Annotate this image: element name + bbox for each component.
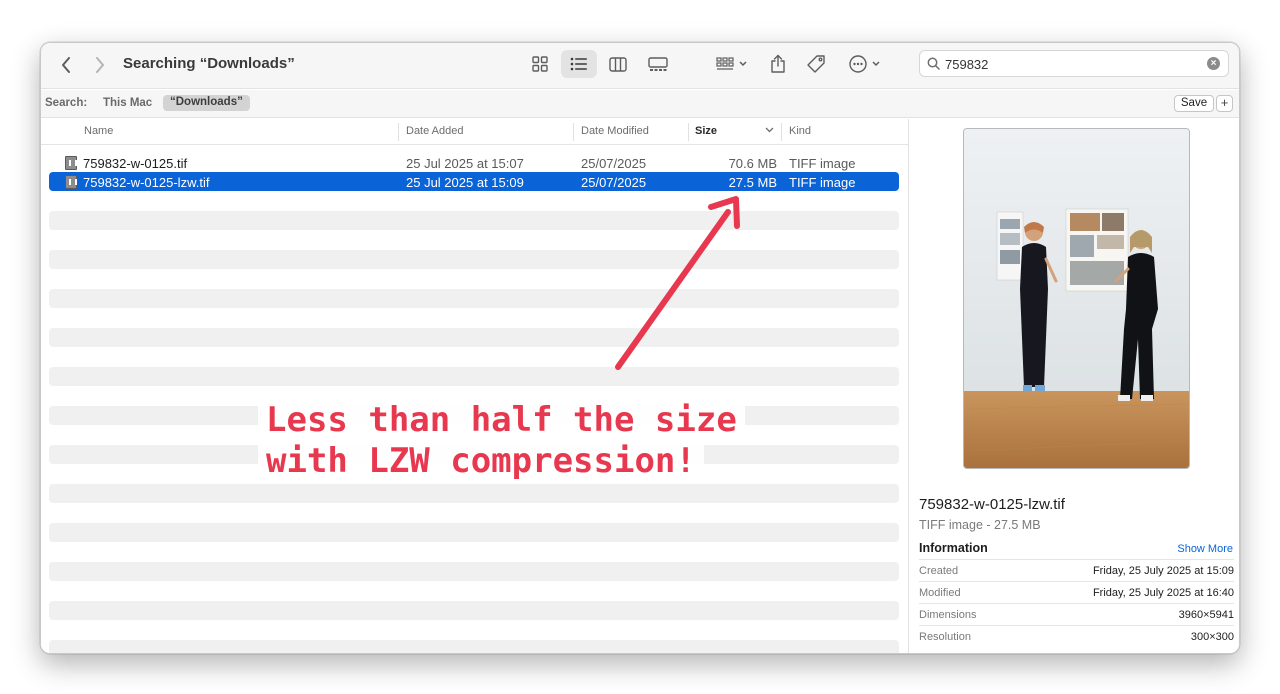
file-icon [65, 156, 77, 170]
empty-row-stripe [49, 523, 899, 542]
column-header: Name Date Added Date Modified Size Kind [41, 119, 908, 145]
file-date-modified: 25/07/2025 [581, 175, 647, 190]
share-icon [771, 54, 785, 73]
file-list: Name Date Added Date Modified Size Kind … [41, 119, 908, 653]
info-value: 300×300 [1190, 631, 1234, 643]
preview-file-name: 759832-w-0125-lzw.tif [919, 496, 1065, 513]
info-row-resolution: Resolution 300×300 [919, 625, 1234, 647]
empty-row-stripe [49, 211, 899, 230]
list-view-icon [570, 57, 587, 71]
search-icon [927, 57, 940, 70]
column-divider[interactable] [781, 123, 782, 141]
chevron-right-icon [96, 57, 104, 73]
file-size: 70.6 MB [728, 156, 777, 171]
search-scope-bar: Search: This Mac “Downloads” Save + [41, 90, 1239, 118]
empty-row-stripe [49, 328, 899, 347]
scope-label: Search: [45, 97, 88, 109]
clear-icon[interactable]: × [1207, 57, 1220, 70]
file-row-selected[interactable]: 759832-w-0125-lzw.tif 25 Jul 2025 at 15:… [49, 172, 899, 191]
finder-window: Searching “Downloads” × [40, 42, 1240, 654]
gallery-view-icon [648, 56, 668, 71]
more-icon [849, 55, 880, 73]
scope-downloads[interactable]: “Downloads” [163, 95, 250, 111]
add-criteria-button[interactable]: + [1216, 95, 1233, 112]
column-name[interactable]: Name [84, 125, 113, 137]
info-key: Resolution [919, 631, 971, 643]
annotation-text: Less than half the size with LZW compres… [258, 400, 768, 482]
column-size[interactable]: Size [695, 125, 717, 137]
file-name: 759832-w-0125.tif [83, 156, 188, 171]
icon-view-icon [532, 56, 548, 72]
empty-row-stripe [49, 640, 899, 653]
empty-row-stripe [49, 484, 899, 503]
info-value: Friday, 25 July 2025 at 15:09 [1092, 565, 1234, 577]
empty-row-stripe [49, 562, 899, 581]
preview-pane: 759832-w-0125-lzw.tif TIFF image - 27.5 … [908, 119, 1239, 653]
forward-button[interactable] [89, 52, 111, 78]
column-date-added[interactable]: Date Added [406, 125, 464, 137]
back-button[interactable] [55, 52, 77, 78]
information-heading: Information [919, 541, 988, 555]
empty-row-stripe [49, 250, 899, 269]
gallery-view-button[interactable] [641, 50, 675, 78]
info-key: Dimensions [919, 609, 977, 621]
toolbar: Searching “Downloads” × [41, 43, 1239, 89]
file-date-added: 25 Jul 2025 at 15:07 [406, 156, 524, 171]
file-date-added: 25 Jul 2025 at 15:09 [406, 175, 524, 190]
file-date-modified: 25/07/2025 [581, 156, 647, 171]
icon-view-button[interactable] [525, 50, 555, 78]
tag-button[interactable] [801, 50, 831, 78]
file-size: 27.5 MB [728, 175, 777, 190]
group-icon [716, 57, 747, 70]
info-value: 3960×5941 [1178, 609, 1234, 621]
info-key: Created [919, 565, 959, 577]
preview-thumbnail [963, 128, 1190, 469]
info-row-dimensions: Dimensions 3960×5941 [919, 603, 1234, 625]
column-view-button[interactable] [603, 50, 633, 78]
more-actions-button[interactable] [843, 50, 887, 78]
search-field[interactable]: × [919, 50, 1229, 77]
chevron-left-icon [62, 57, 70, 73]
sort-chevron-down-icon [765, 127, 774, 133]
scope-this-mac[interactable]: This Mac [103, 97, 152, 109]
empty-row-stripe [49, 289, 899, 308]
share-button[interactable] [763, 50, 793, 78]
list-view-button[interactable] [561, 50, 597, 78]
column-view-icon [609, 56, 627, 72]
column-divider[interactable] [398, 123, 399, 141]
column-divider[interactable] [573, 123, 574, 141]
photo-illustration [964, 129, 1189, 468]
info-row-created: Created Friday, 25 July 2025 at 15:09 [919, 559, 1234, 581]
group-button[interactable] [711, 50, 755, 78]
window-title: Searching “Downloads” [123, 55, 295, 72]
annotation-line-1: Less than half the size [258, 400, 745, 441]
show-more-link[interactable]: Show More [1177, 543, 1233, 555]
info-value: Friday, 25 July 2025 at 16:40 [1092, 587, 1234, 599]
annotation-line-2: with LZW compression! [258, 441, 704, 482]
save-search-button[interactable]: Save [1174, 95, 1214, 112]
info-key: Modified [919, 587, 961, 599]
file-kind: TIFF image [789, 156, 856, 171]
file-row[interactable]: 759832-w-0125.tif 25 Jul 2025 at 15:07 2… [49, 153, 899, 172]
file-name: 759832-w-0125-lzw.tif [83, 175, 210, 190]
column-divider[interactable] [688, 123, 689, 141]
search-input[interactable] [945, 54, 1195, 74]
file-icon [65, 175, 77, 189]
column-kind[interactable]: Kind [789, 125, 811, 137]
info-row-modified: Modified Friday, 25 July 2025 at 16:40 [919, 581, 1234, 603]
preview-file-subtitle: TIFF image - 27.5 MB [919, 518, 1041, 532]
empty-row-stripe [49, 367, 899, 386]
empty-row-stripe [49, 601, 899, 620]
tag-icon [807, 55, 825, 73]
file-kind: TIFF image [789, 175, 856, 190]
column-date-modified[interactable]: Date Modified [581, 125, 649, 137]
